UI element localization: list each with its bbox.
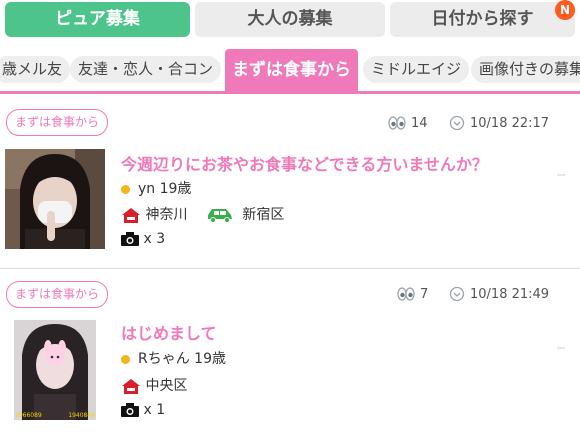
post-card[interactable]: まずは食事から 7 10/18 21:49 2066089 1940849 はじ…	[0, 270, 580, 432]
side-indicator	[557, 347, 565, 349]
user-info: Rちゃん 19歳	[121, 348, 226, 368]
photo-count: x 1	[143, 402, 166, 418]
post-datetime: 10/18 22:17	[470, 116, 550, 131]
side-indicator	[557, 174, 565, 176]
post-divider	[0, 268, 580, 269]
notification-badge[interactable]: N	[555, 0, 575, 20]
view-count: 14	[411, 116, 428, 131]
house-icon	[122, 379, 140, 394]
online-status-dot	[121, 354, 130, 364]
eye-icon	[397, 287, 415, 301]
destination-area: 新宿区	[242, 207, 285, 223]
clock-icon	[449, 115, 465, 131]
clock-icon	[449, 286, 465, 302]
user-info: yn 19歳	[121, 178, 191, 198]
photo-count-row: x 1	[121, 402, 165, 418]
car-icon	[207, 209, 232, 223]
category-chip-friends-lovers[interactable]: 友達・恋人・合コン	[70, 56, 222, 83]
post-tag[interactable]: まずは食事から	[6, 109, 109, 136]
camera-icon	[121, 403, 139, 417]
post-card[interactable]: まずは食事から 14 10/18 22:17 今週辺りにお茶やお食事などできる方…	[0, 96, 580, 266]
view-count: 7	[420, 287, 429, 302]
user-thumbnail[interactable]: 2066089 1940849	[14, 320, 96, 420]
category-chip-meal-first[interactable]: まずは食事から	[225, 49, 358, 91]
category-underline	[0, 91, 580, 94]
user-photo	[14, 320, 96, 420]
tab-pure-recruit[interactable]: ピュア募集	[5, 2, 190, 37]
category-chip-middle-age[interactable]: ミドルエイジ	[363, 56, 470, 83]
post-tag[interactable]: まずは食事から	[6, 281, 109, 308]
category-bar: 歳メル友 友達・恋人・合コン まずは食事から ミドルエイジ 画像付きの募集	[0, 44, 580, 96]
house-icon	[122, 208, 140, 223]
camera-icon	[121, 232, 139, 246]
category-chip-mail-friend[interactable]: 歳メル友	[0, 56, 71, 83]
post-title[interactable]: はじめまして	[121, 320, 217, 344]
user-thumbnail[interactable]	[5, 149, 105, 249]
user-name-age: Rちゃん 19歳	[138, 351, 226, 367]
tab-search-by-date[interactable]: 日付から探す	[390, 2, 575, 37]
home-area: 中央区	[145, 378, 188, 394]
photo-count-row: x 3	[121, 231, 165, 247]
category-chip-with-images[interactable]: 画像付きの募集	[471, 56, 580, 83]
user-name-age: yn 19歳	[138, 181, 192, 197]
thumb-caption-left: 2066089	[15, 412, 42, 419]
tab-adult-recruit[interactable]: 大人の募集	[195, 2, 385, 37]
thumb-caption-right: 1940849	[68, 412, 95, 419]
photo-count: x 3	[143, 231, 166, 247]
online-status-dot	[121, 184, 130, 194]
post-title[interactable]: 今週辺りにお茶やお食事などできる方いませんか？	[121, 151, 488, 175]
post-datetime: 10/18 21:49	[470, 287, 550, 302]
home-area: 神奈川	[145, 207, 188, 223]
eye-icon	[388, 116, 406, 130]
location-row: 中央区	[121, 375, 187, 395]
top-tabs: ピュア募集 大人の募集 日付から探す N	[0, 0, 580, 44]
location-row: 神奈川 新宿区	[121, 204, 284, 224]
